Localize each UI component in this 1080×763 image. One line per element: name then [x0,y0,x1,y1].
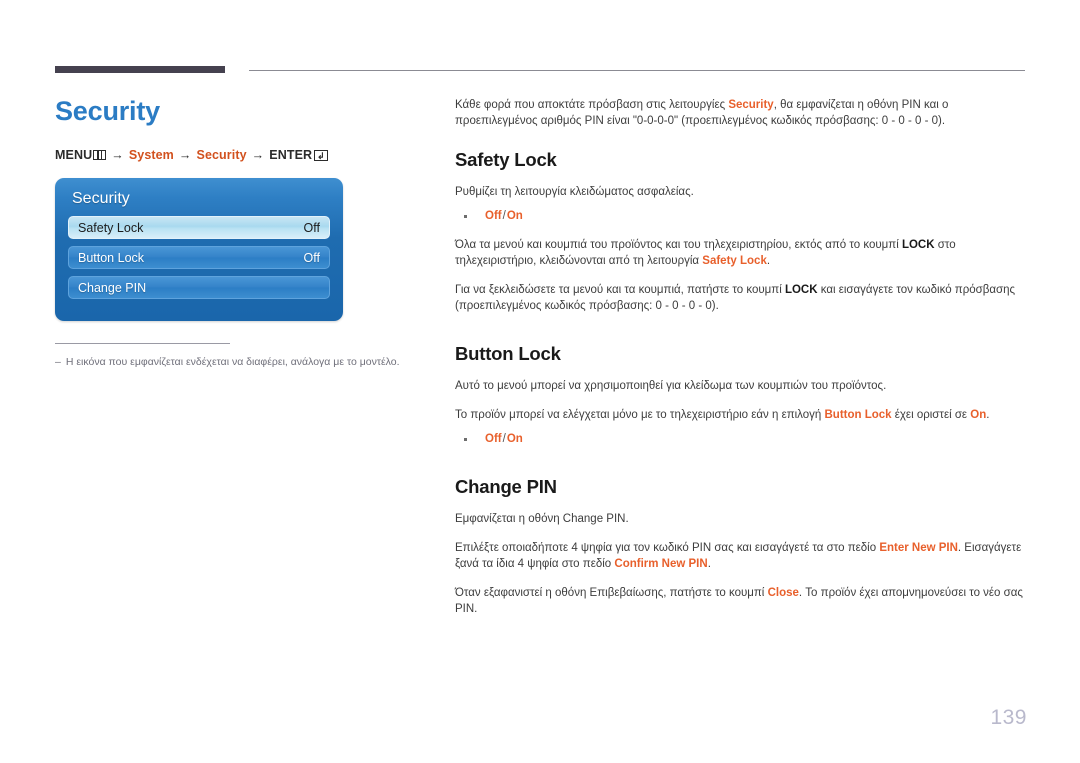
osd-row-label: Safety Lock [78,220,144,235]
header-rule-thin [249,70,1025,71]
change-pin-paragraph-2: Επιλέξτε οποιαδήποτε 4 ψηφία για τον κωδ… [455,540,1027,572]
option-off: Off [485,210,502,222]
bl-p2-text-3: . [986,409,990,421]
button-lock-options-bullet: Off/On [464,432,1027,447]
bl-p2-accent-on: On [970,409,987,421]
footnote-dash: – [55,356,61,368]
menu-bars-icon [93,150,107,160]
change-pin-paragraph-3: Όταν εξαφανιστεί η οθόνη Επιβεβαίωσης, π… [455,585,1027,617]
osd-row-button-lock[interactable]: Button Lock Off [68,246,330,269]
breadcrumb-system-label: System [128,148,174,162]
intro-text-1: Κάθε φορά που αποκτάτε πρόσβαση στις λει… [455,99,729,111]
osd-row-value: Off [303,250,320,265]
sl-p3-bold-lock: LOCK [784,284,818,296]
option-separator: / [502,210,506,222]
bullet-square-icon [464,215,467,218]
breadcrumb-enter-label: ENTER [269,148,313,162]
footnote-divider [55,343,230,344]
option-on: On [506,210,523,222]
breadcrumb-menu-label: MENU [55,148,93,162]
page-title: Security [55,96,160,126]
sl-p2-text-1: Όλα τα μενού και κουμπιά του προϊόντος κ… [455,239,902,251]
sl-p3-text-1: Για να ξεκλειδώσετε τα μενού και τα κουμ… [455,284,785,296]
section-heading-button-lock: Button Lock [455,343,561,364]
breadcrumb-security-label: Security [196,148,247,162]
intro-paragraph: Κάθε φορά που αποκτάτε πρόσβαση στις λει… [455,97,1027,129]
safety-lock-options-bullet: Off/On [464,209,1027,224]
section-heading-safety-lock: Safety Lock [455,149,557,170]
cp-p2-text-3: . [707,558,711,570]
right-column: Κάθε φορά που αποκτάτε πρόσβαση στις λει… [455,97,1027,617]
osd-row-change-pin[interactable]: Change PIN [68,276,330,299]
header-rule-thick [55,66,225,73]
sl-p2-bold-lock: LOCK [901,239,935,251]
safety-lock-options: Off/On [485,209,523,224]
osd-menu-panel: Security Safety Lock Off Button Lock Off… [55,178,343,321]
breadcrumb-arrow-3: → [251,148,265,162]
osd-row-safety-lock[interactable]: Safety Lock Off [68,216,330,239]
page-number: 139 [990,706,1027,729]
osd-panel-title: Security [72,190,130,207]
cp-p2-text-1: Επιλέξτε οποιαδήποτε 4 ψηφία για τον κωδ… [455,542,880,554]
button-lock-paragraph-1: Αυτό το μενού μπορεί να χρησιμοποιηθεί γ… [455,380,887,392]
button-lock-paragraph-2: Το προϊόν μπορεί να ελέγχεται μόνο με το… [455,407,1027,423]
cp-p2-accent-enter-new-pin: Enter New PIN [879,542,958,554]
safety-lock-paragraph-1: Ρυθμίζει τη λειτουργία κλειδώματος ασφαλ… [455,186,694,198]
option-off: Off [485,433,502,445]
bl-p2-text-1: Το προϊόν μπορεί να ελέγχεται μόνο με το… [455,409,825,421]
enter-return-icon: ↲ [314,149,329,161]
option-separator: / [502,433,506,445]
bl-p2-text-2: έχει οριστεί σε [891,409,971,421]
safety-lock-paragraph-3: Για να ξεκλειδώσετε τα μενού και τα κουμ… [455,282,1027,314]
cp-p3-accent-close: Close [767,587,799,599]
breadcrumb-arrow-2: → [178,148,192,162]
cp-p3-text-1: Όταν εξαφανιστεί η οθόνη Επιβεβαίωσης, π… [455,587,768,599]
sl-p2-accent-safety-lock: Safety Lock [702,255,767,267]
bl-p2-accent-button-lock: Button Lock [824,409,892,421]
change-pin-paragraph-1: Εμφανίζεται η οθόνη Change PIN. [455,513,629,525]
section-heading-change-pin: Change PIN [455,476,557,497]
breadcrumb-arrow-1: → [111,148,124,162]
footnote: – Η εικόνα που εμφανίζεται ενδέχεται να … [55,355,425,369]
breadcrumb: MENU → System → Security → ENTER ↲ [55,148,425,162]
footnote-text: Η εικόνα που εμφανίζεται ενδέχεται να δι… [65,356,400,368]
button-lock-options: Off/On [485,432,523,447]
page-header-rules [55,66,1025,76]
osd-row-label: Button Lock [78,250,145,265]
intro-accent-security: Security [728,99,774,111]
left-column: Security MENU → System → Security → ENTE… [55,95,425,369]
option-on: On [506,433,523,445]
osd-row-label: Change PIN [78,280,147,295]
cp-p2-accent-confirm-new-pin: Confirm New PIN [614,558,708,570]
bullet-square-icon [464,438,467,441]
sl-p2-text-3: . [766,255,771,267]
safety-lock-paragraph-2: Όλα τα μενού και κουμπιά του προϊόντος κ… [455,237,1027,269]
osd-row-value: Off [303,220,320,235]
